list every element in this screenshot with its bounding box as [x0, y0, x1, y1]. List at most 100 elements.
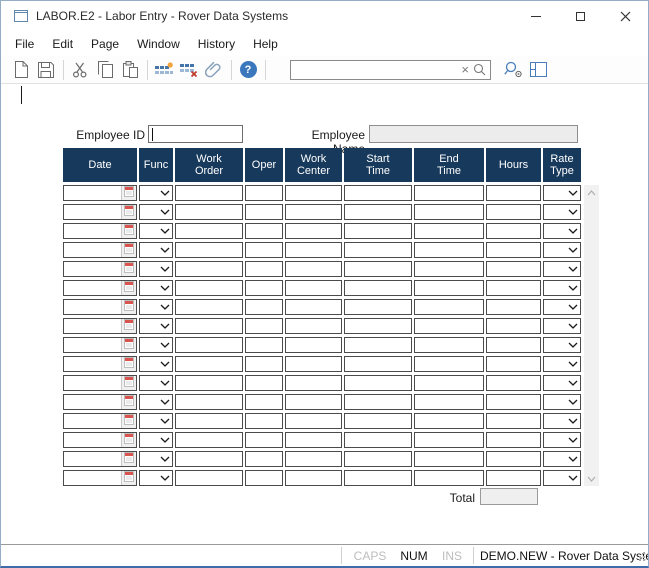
oper-input[interactable] — [246, 433, 282, 447]
menu-help[interactable]: Help — [244, 31, 287, 56]
oper-input[interactable] — [246, 471, 282, 485]
search-input[interactable] — [291, 62, 458, 78]
work-order-input[interactable] — [176, 186, 242, 200]
date-picker-button[interactable] — [121, 243, 136, 257]
func-select[interactable] — [139, 375, 173, 391]
date-input[interactable] — [64, 471, 121, 485]
rate-type-select[interactable] — [543, 242, 581, 258]
maximize-button[interactable] — [558, 1, 603, 31]
date-picker-button[interactable] — [121, 205, 136, 219]
end-time-input[interactable] — [415, 452, 483, 466]
date-picker-button[interactable] — [121, 376, 136, 390]
rate-type-select[interactable] — [543, 318, 581, 334]
date-input[interactable] — [64, 433, 121, 447]
work-center-input[interactable] — [286, 243, 341, 257]
work-center-input[interactable] — [286, 357, 341, 371]
func-select[interactable] — [139, 318, 173, 334]
oper-input[interactable] — [246, 224, 282, 238]
date-input[interactable] — [64, 376, 121, 390]
start-time-input[interactable] — [345, 414, 411, 428]
work-order-input[interactable] — [176, 414, 242, 428]
hours-input[interactable] — [487, 376, 540, 390]
end-time-input[interactable] — [415, 186, 483, 200]
func-select[interactable] — [139, 432, 173, 448]
func-select[interactable] — [139, 470, 173, 486]
start-time-input[interactable] — [345, 357, 411, 371]
end-time-input[interactable] — [415, 262, 483, 276]
oper-input[interactable] — [246, 376, 282, 390]
end-time-input[interactable] — [415, 281, 483, 295]
hours-input[interactable] — [487, 452, 540, 466]
oper-input[interactable] — [246, 300, 282, 314]
rate-type-select[interactable] — [543, 470, 581, 486]
date-picker-button[interactable] — [121, 186, 136, 200]
rate-type-select[interactable] — [543, 223, 581, 239]
work-center-input[interactable] — [286, 338, 341, 352]
scroll-up-button[interactable] — [584, 185, 599, 200]
start-time-input[interactable] — [345, 224, 411, 238]
date-picker-button[interactable] — [121, 262, 136, 276]
vertical-scrollbar[interactable] — [584, 185, 599, 486]
start-time-input[interactable] — [345, 262, 411, 276]
rate-type-select[interactable] — [543, 394, 581, 410]
hours-input[interactable] — [487, 205, 540, 219]
date-picker-button[interactable] — [121, 357, 136, 371]
rate-type-select[interactable] — [543, 261, 581, 277]
hours-input[interactable] — [487, 414, 540, 428]
close-button[interactable] — [603, 1, 648, 31]
search-icon[interactable] — [472, 63, 490, 76]
work-center-input[interactable] — [286, 452, 341, 466]
attachment-button[interactable] — [202, 58, 226, 81]
oper-input[interactable] — [246, 243, 282, 257]
func-select[interactable] — [139, 185, 173, 201]
date-input[interactable] — [64, 243, 121, 257]
layout-button[interactable] — [526, 58, 550, 81]
func-select[interactable] — [139, 451, 173, 467]
work-order-input[interactable] — [176, 338, 242, 352]
start-time-input[interactable] — [345, 471, 411, 485]
oper-input[interactable] — [246, 186, 282, 200]
rate-type-select[interactable] — [543, 413, 581, 429]
date-picker-button[interactable] — [121, 338, 136, 352]
date-picker-button[interactable] — [121, 471, 136, 485]
scroll-down-button[interactable] — [584, 471, 599, 486]
copy-button[interactable] — [93, 58, 117, 81]
end-time-input[interactable] — [415, 395, 483, 409]
new-button[interactable] — [9, 58, 33, 81]
func-select[interactable] — [139, 394, 173, 410]
menu-history[interactable]: History — [189, 31, 244, 56]
find-record-button[interactable] — [501, 58, 525, 81]
work-center-input[interactable] — [286, 395, 341, 409]
func-select[interactable] — [139, 204, 173, 220]
work-center-input[interactable] — [286, 433, 341, 447]
date-picker-button[interactable] — [121, 395, 136, 409]
work-center-input[interactable] — [286, 205, 341, 219]
work-order-input[interactable] — [176, 395, 242, 409]
end-time-input[interactable] — [415, 205, 483, 219]
hours-input[interactable] — [487, 262, 540, 276]
insert-row-button[interactable] — [152, 58, 176, 81]
date-input[interactable] — [64, 224, 121, 238]
work-order-input[interactable] — [176, 281, 242, 295]
hours-input[interactable] — [487, 395, 540, 409]
oper-input[interactable] — [246, 414, 282, 428]
hours-input[interactable] — [487, 319, 540, 333]
work-center-input[interactable] — [286, 319, 341, 333]
resize-grip[interactable] — [636, 550, 646, 564]
work-order-input[interactable] — [176, 376, 242, 390]
date-input[interactable] — [64, 186, 121, 200]
work-center-input[interactable] — [286, 224, 341, 238]
hours-input[interactable] — [487, 357, 540, 371]
employee-id-input[interactable] — [148, 125, 243, 143]
menu-file[interactable]: File — [6, 31, 43, 56]
work-center-input[interactable] — [286, 186, 341, 200]
rate-type-select[interactable] — [543, 204, 581, 220]
func-select[interactable] — [139, 337, 173, 353]
rate-type-select[interactable] — [543, 451, 581, 467]
end-time-input[interactable] — [415, 414, 483, 428]
end-time-input[interactable] — [415, 319, 483, 333]
work-order-input[interactable] — [176, 319, 242, 333]
hours-input[interactable] — [487, 471, 540, 485]
date-picker-button[interactable] — [121, 414, 136, 428]
work-center-input[interactable] — [286, 376, 341, 390]
